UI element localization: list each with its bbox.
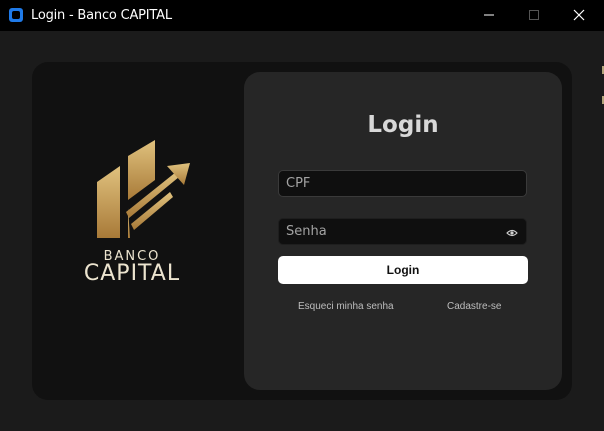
window-title: Login - Banco CAPITAL (31, 8, 172, 23)
minimize-icon (484, 14, 494, 16)
password-field (278, 218, 527, 245)
logo-chart-icon (97, 140, 190, 238)
maximize-icon (529, 10, 539, 20)
app-icon (9, 8, 23, 22)
password-input[interactable] (279, 219, 526, 244)
eye-icon[interactable] (506, 228, 518, 238)
bank-logo: BANCO CAPITAL (66, 140, 198, 290)
cpf-field (278, 170, 527, 197)
minimize-button[interactable] (466, 0, 512, 31)
login-title: Login (367, 112, 439, 138)
close-button[interactable] (556, 0, 602, 31)
signup-link[interactable]: Cadastre-se (447, 301, 501, 312)
brand-line2: CAPITAL (83, 261, 181, 286)
login-button[interactable]: Login (278, 256, 528, 284)
forgot-password-link[interactable]: Esqueci minha senha (298, 301, 394, 312)
title-bar: Login - Banco CAPITAL (0, 0, 604, 31)
login-card: Login Login Esqueci minha senha Cadastre… (244, 72, 562, 390)
maximize-button[interactable] (511, 0, 557, 31)
cpf-input[interactable] (279, 171, 526, 196)
close-icon (573, 9, 585, 21)
